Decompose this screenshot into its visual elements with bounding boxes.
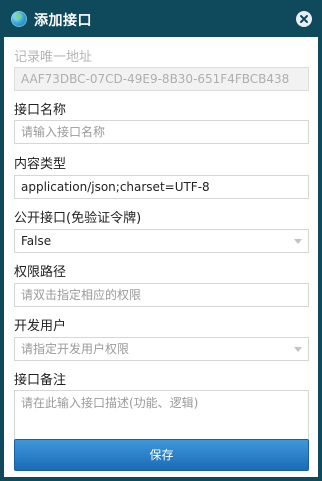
permission-path-label: 权限路径: [14, 265, 67, 280]
unique-address-value: AAF73DBC-07CD-49E9-8B30-651F4FBCB438: [21, 72, 290, 86]
permission-path-placeholder: 请双击指定相应的权限: [21, 288, 142, 302]
dialog-body: 记录唯一地址 AAF73DBC-07CD-49E9-8B30-651F4FBCB…: [4, 37, 318, 477]
interface-name-input[interactable]: 请输入接口名称: [14, 120, 309, 144]
developer-placeholder: 请指定开发用户权限: [21, 342, 130, 356]
content-type-input[interactable]: application/json;charset=UTF-8: [14, 175, 309, 199]
remarks-textarea[interactable]: 请在此输入接口描述(功能、逻辑): [14, 390, 309, 440]
close-icon[interactable]: [296, 11, 312, 27]
public-interface-value: False: [21, 234, 52, 248]
chevron-down-icon: [294, 347, 302, 352]
public-interface-select[interactable]: False: [14, 229, 309, 253]
unique-address-label: 记录唯一地址: [14, 50, 93, 65]
dialog-title: 添加接口: [34, 13, 92, 29]
developer-label: 开发用户: [14, 319, 67, 334]
remarks-placeholder: 请在此输入接口描述(功能、逻辑): [21, 396, 199, 410]
globe-icon: [11, 11, 27, 27]
public-interface-label: 公开接口(免验证令牌): [14, 211, 142, 226]
developer-select[interactable]: 请指定开发用户权限: [14, 337, 309, 361]
unique-address-field: AAF73DBC-07CD-49E9-8B30-651F4FBCB438: [14, 67, 309, 91]
chevron-down-icon: [294, 239, 302, 244]
add-interface-dialog: 添加接口 记录唯一地址 AAF73DBC-07CD-49E9-8B30-651F…: [0, 0, 322, 481]
permission-path-input[interactable]: 请双击指定相应的权限: [14, 283, 309, 307]
dialog-titlebar[interactable]: 添加接口: [1, 1, 321, 37]
content-type-label: 内容类型: [14, 157, 67, 172]
content-type-value: application/json;charset=UTF-8: [21, 180, 210, 194]
interface-name-label: 接口名称: [14, 103, 67, 118]
interface-name-placeholder: 请输入接口名称: [21, 125, 106, 139]
save-button[interactable]: 保存: [14, 439, 309, 471]
remarks-label: 接口备注: [14, 373, 67, 388]
